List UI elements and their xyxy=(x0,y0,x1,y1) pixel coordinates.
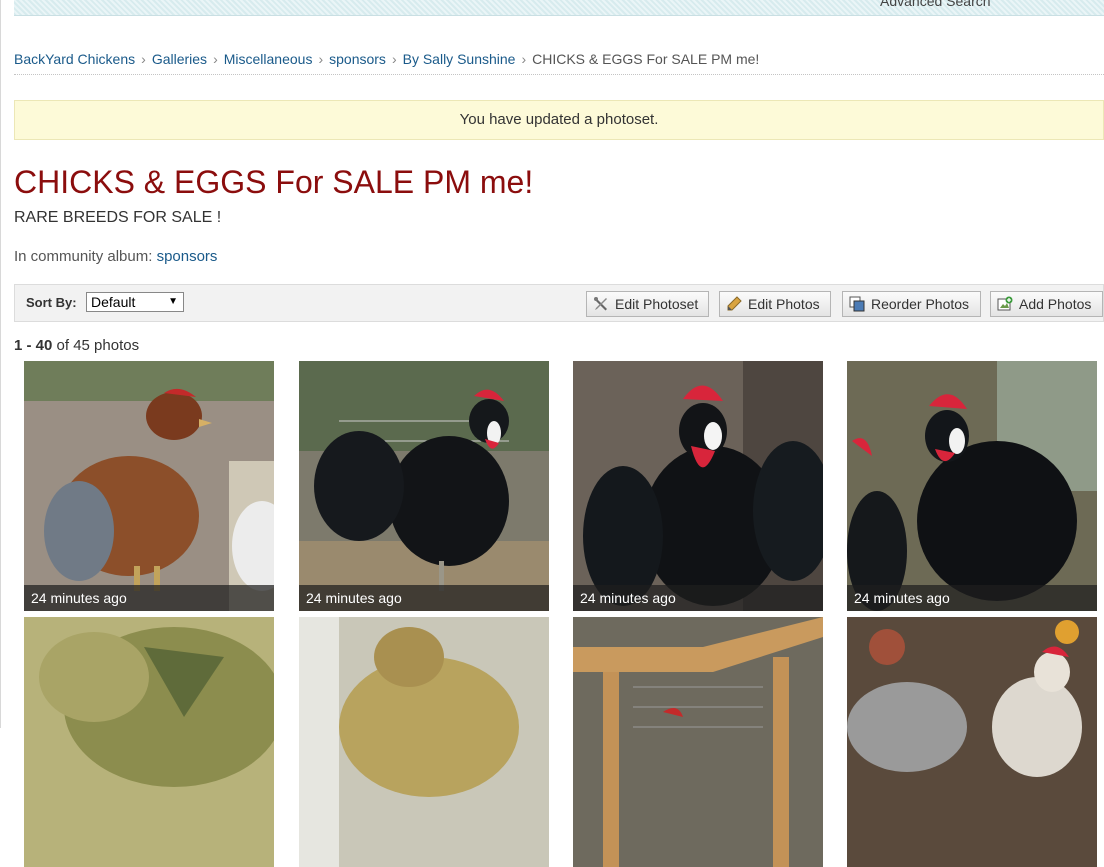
add-photos-button[interactable]: Add Photos xyxy=(990,291,1103,317)
speckled-rooster-photo xyxy=(847,617,1097,867)
breadcrumb-miscellaneous[interactable]: Miscellaneous xyxy=(224,51,313,67)
page-left-border xyxy=(0,0,1,728)
sort-label: Sort By: xyxy=(26,295,77,310)
coop-photo xyxy=(573,617,823,867)
reorder-photos-button[interactable]: Reorder Photos xyxy=(842,291,981,317)
photo-thumbnail[interactable]: 24 minutes ago xyxy=(847,361,1097,611)
breadcrumb-sponsors[interactable]: sponsors xyxy=(329,51,386,67)
sort-select[interactable]: Default ▼ xyxy=(86,292,184,312)
breadcrumb-current: CHICKS & EGGS For SALE PM me! xyxy=(532,51,760,67)
photo-thumbnail[interactable] xyxy=(847,617,1097,867)
chick-photo xyxy=(299,617,549,867)
community-album-line: In community album: sponsors xyxy=(14,248,217,265)
breadcrumb-separator: › xyxy=(318,51,324,67)
photoset-toolbar: Sort By: Default ▼ Edit Photoset Edit Ph… xyxy=(14,284,1104,322)
dropdown-arrow-icon: ▼ xyxy=(168,296,178,307)
album-link[interactable]: sponsors xyxy=(157,248,218,265)
photo-caption: 24 minutes ago xyxy=(847,585,1097,611)
breadcrumb-separator: › xyxy=(213,51,218,67)
photo-count: 1 - 40 of 45 photos xyxy=(14,337,139,354)
pencil-icon xyxy=(727,296,742,311)
update-notice: You have updated a photoset. xyxy=(14,100,1104,140)
breadcrumb-divider xyxy=(14,74,1104,75)
photo-caption: 24 minutes ago xyxy=(24,585,274,611)
edit-photos-label: Edit Photos xyxy=(748,296,820,312)
photoset-description: RARE BREEDS FOR SALE ! xyxy=(14,209,222,226)
breadcrumb-separator: › xyxy=(521,51,527,67)
brown-hen-photo xyxy=(24,361,274,611)
album-prefix: In community album: xyxy=(14,248,153,265)
photo-thumbnail[interactable] xyxy=(24,617,274,867)
breadcrumb-separator: › xyxy=(141,51,146,67)
sort-value: Default xyxy=(91,294,136,310)
add-photos-label: Add Photos xyxy=(1019,296,1092,312)
page-title: CHICKS & EGGS For SALE PM me! xyxy=(14,164,534,200)
black-rooster-photo xyxy=(847,361,1097,611)
edit-photoset-label: Edit Photoset xyxy=(615,296,699,312)
breadcrumb-separator: › xyxy=(391,51,397,67)
photo-count-total: of 45 photos xyxy=(56,337,140,354)
photo-thumbnail[interactable] xyxy=(299,617,549,867)
photo-thumbnail[interactable] xyxy=(573,617,823,867)
edit-photos-button[interactable]: Edit Photos xyxy=(719,291,831,317)
photo-thumbnail[interactable]: 24 minutes ago xyxy=(573,361,823,611)
breadcrumb-backyard-chickens[interactable]: BackYard Chickens xyxy=(14,51,135,67)
black-rooster-photo xyxy=(573,361,823,611)
photo-thumbnail[interactable]: 24 minutes ago xyxy=(299,361,549,611)
chick-photo xyxy=(24,617,274,867)
photo-thumbnail[interactable]: 24 minutes ago xyxy=(24,361,274,611)
tools-icon xyxy=(594,297,607,311)
breadcrumb: BackYard Chickens › Galleries › Miscellaneou… xyxy=(14,51,759,67)
reorder-icon xyxy=(849,296,865,312)
reorder-photos-label: Reorder Photos xyxy=(871,296,970,312)
photo-caption: 24 minutes ago xyxy=(573,585,823,611)
black-rooster-photo xyxy=(299,361,549,611)
photo-caption: 24 minutes ago xyxy=(299,585,549,611)
breadcrumb-author[interactable]: By Sally Sunshine xyxy=(403,51,516,67)
breadcrumb-galleries[interactable]: Galleries xyxy=(152,51,207,67)
photo-count-range: 1 - 40 xyxy=(14,337,53,354)
add-photo-icon xyxy=(997,296,1013,311)
header-search-strip: Advanced Search xyxy=(14,0,1104,16)
advanced-search-link[interactable]: Advanced Search xyxy=(880,0,991,9)
edit-photoset-button[interactable]: Edit Photoset xyxy=(586,291,709,317)
